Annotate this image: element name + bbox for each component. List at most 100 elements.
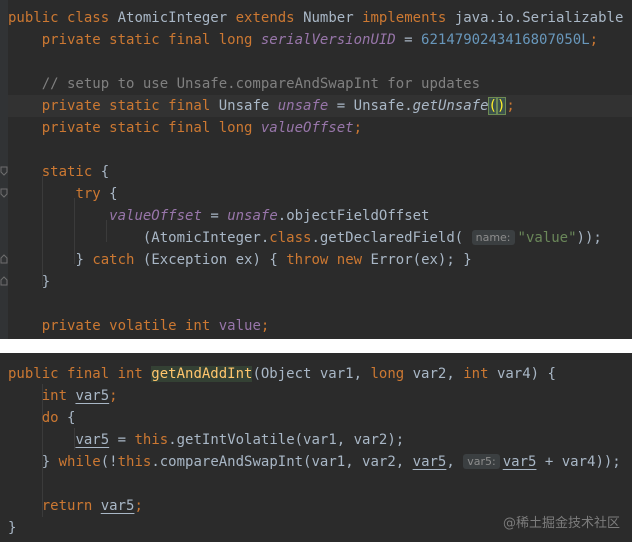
class-ref: Unsafe.: [353, 98, 413, 114]
watermark: @稀土掘金技术社区: [502, 516, 620, 531]
code-line[interactable]: private static final long serialVersionU…: [8, 29, 632, 51]
code-line[interactable]: private static final long valueOffset;: [8, 117, 632, 139]
static-field: valueOffset: [109, 208, 202, 224]
keyword: int: [463, 366, 489, 382]
code-text: ));: [576, 230, 602, 246]
code-line[interactable]: var5 = this.getIntVolatile(var1, var2);: [8, 429, 632, 451]
static-field: unsafe: [277, 98, 329, 114]
fold-marker-icon[interactable]: [0, 166, 8, 176]
method-declaration: getAndAddInt: [151, 366, 253, 382]
brace: {: [100, 164, 110, 180]
keyword: public class: [8, 10, 110, 26]
brace: {: [67, 410, 76, 426]
semicolon: ;: [109, 388, 118, 404]
keyword: public final int: [8, 366, 143, 382]
keyword: private static final: [41, 98, 211, 114]
method-call: .getIntVolatile(var1, var2);: [168, 432, 405, 448]
keyword: throw new: [286, 252, 363, 268]
code-text: (Exception ex) {: [142, 252, 278, 268]
method-call: .objectFieldOffset: [277, 208, 430, 224]
fold-marker-icon[interactable]: [0, 188, 8, 198]
fold-marker-icon[interactable]: [0, 254, 8, 264]
code-line[interactable]: valueOffset = unsafe.objectFieldOffset: [8, 205, 632, 227]
code-line[interactable]: } catch (Exception ex) { throw new Error…: [8, 249, 632, 271]
keyword: int: [41, 388, 68, 404]
code-line[interactable]: }: [8, 271, 632, 293]
type-name: Number: [303, 10, 354, 26]
keyword: do: [41, 410, 59, 426]
keyword: private static final long: [41, 120, 253, 136]
brace: }: [41, 454, 51, 470]
code-line[interactable]: int var5;: [8, 385, 632, 407]
keyword: private volatile int: [41, 318, 211, 334]
code-line[interactable]: public final int getAndAddInt(Object var…: [8, 363, 632, 385]
type-name: java.io.Serializable: [454, 10, 624, 26]
code-text: (!: [100, 454, 118, 470]
code-text: (AtomicInteger.: [142, 230, 270, 246]
string-literal: "value": [517, 230, 577, 246]
code-line[interactable]: try {: [8, 183, 632, 205]
matched-paren: (: [487, 97, 499, 115]
code-text: + var4));: [544, 454, 621, 470]
brace: }: [8, 520, 17, 536]
local-variable: var5: [502, 454, 537, 470]
local-variable: var5: [100, 498, 135, 514]
semicolon: ;: [353, 120, 363, 136]
keyword: implements: [362, 10, 447, 26]
keyword: class: [269, 230, 312, 246]
type-name: Unsafe: [218, 98, 270, 114]
static-method: getUnsafe: [412, 98, 489, 114]
instance-field: value: [218, 318, 261, 334]
code-editor-snippet-1: public class AtomicInteger extends Numbe…: [0, 0, 632, 339]
semicolon: ;: [589, 32, 599, 48]
operator: =: [210, 208, 219, 224]
code-line[interactable]: public class AtomicInteger extends Numbe…: [8, 7, 632, 29]
local-variable: var5: [75, 388, 110, 404]
local-variable: var5: [412, 454, 447, 470]
code-text: ,: [446, 454, 455, 470]
keyword: this: [117, 454, 152, 470]
code-text: Error(ex);: [370, 252, 455, 268]
static-field: valueOffset: [260, 120, 354, 136]
keyword: static: [41, 164, 93, 180]
operator: =: [404, 32, 413, 48]
keyword: extends: [235, 10, 295, 26]
code-editor-snippet-2: public final int getAndAddInt(Object var…: [0, 353, 632, 542]
keyword: this: [134, 432, 169, 448]
keyword: while: [58, 454, 101, 470]
parameter-hint: name:: [471, 230, 515, 245]
code-line[interactable]: } while(!this.compareAndSwapInt(var1, va…: [8, 451, 632, 473]
code-line[interactable]: (AtomicInteger.class.getDeclaredField( n…: [8, 227, 632, 249]
method-call: .compareAndSwapInt(var1, var2,: [151, 454, 405, 470]
code-line[interactable]: private volatile int value;: [8, 315, 632, 337]
code-line[interactable]: do {: [8, 407, 632, 429]
semicolon: ;: [506, 98, 515, 114]
local-variable: var5: [75, 432, 110, 448]
keyword: catch: [92, 252, 135, 268]
static-field: unsafe: [227, 208, 278, 224]
number-literal: 6214790243416807050L: [421, 32, 590, 48]
brace: }: [463, 252, 472, 268]
static-field: serialVersionUID: [260, 32, 396, 48]
matched-paren: ): [495, 97, 507, 115]
brace: }: [41, 274, 51, 290]
class-name: AtomicInteger: [117, 10, 228, 26]
code-text: var4) {: [496, 366, 556, 382]
keyword: try: [75, 186, 101, 202]
brace: {: [109, 186, 118, 202]
code-line[interactable]: static {: [8, 161, 632, 183]
semicolon: ;: [134, 498, 143, 514]
comment: // setup to use Unsafe.compareAndSwapInt…: [41, 76, 481, 92]
code-line[interactable]: // setup to use Unsafe.compareAndSwapInt…: [8, 73, 632, 95]
operator: =: [336, 98, 346, 114]
parameter-hint: var5:: [463, 454, 500, 469]
semicolon: ;: [260, 318, 270, 334]
keyword: private static final long: [41, 32, 253, 48]
brace: }: [75, 252, 84, 268]
keyword: long: [370, 366, 405, 382]
method-call: .getDeclaredField(: [311, 230, 464, 246]
code-line-current[interactable]: private static final Unsafe unsafe = Uns…: [8, 95, 632, 117]
code-text: (Object var1,: [252, 366, 363, 382]
operator: =: [117, 432, 127, 448]
fold-marker-icon[interactable]: [0, 276, 8, 286]
